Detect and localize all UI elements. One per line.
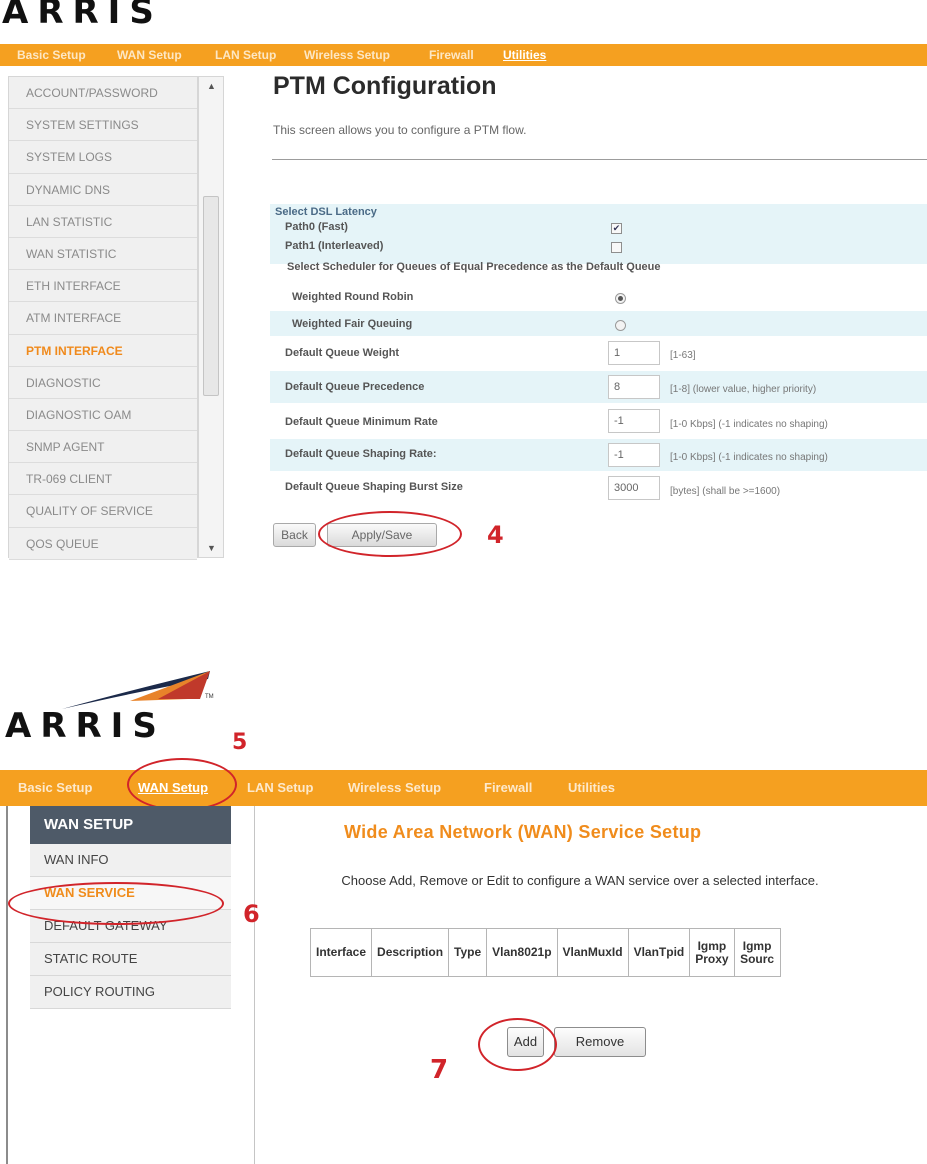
wrr-label: Weighted Round Robin <box>292 291 414 303</box>
path1-checkbox[interactable] <box>611 242 622 253</box>
shaping-rate-hint: [1-0 Kbps] (-1 indicates no shaping) <box>670 452 828 463</box>
sidebar-scrollbar[interactable]: ▲ ▼ <box>198 76 224 558</box>
col-vlan8021p: Vlan8021p <box>486 928 558 977</box>
col-type: Type <box>448 928 488 977</box>
wfq-radio[interactable] <box>615 320 626 331</box>
remove-button[interactable]: Remove <box>554 1027 646 1057</box>
page-description: Choose Add, Remove or Edit to configure … <box>341 873 819 888</box>
nav-utilities[interactable]: Utilities <box>503 48 546 62</box>
scroll-up-arrow-icon[interactable]: ▲ <box>207 81 216 91</box>
ptm-configuration-screenshot: ARRIS Basic Setup WAN Setup LAN Setup Wi… <box>0 0 927 570</box>
step-5-marker: 5 <box>232 730 248 755</box>
nav-wireless-setup[interactable]: Wireless Setup <box>348 780 441 795</box>
field-label-minimum-rate: Default Queue Minimum Rate <box>285 416 438 428</box>
default-queue-minimum-rate-input[interactable]: -1 <box>608 409 660 433</box>
default-queue-burst-size-input[interactable]: 3000 <box>608 476 660 500</box>
wan-service-setup-screenshot: TM ARRIS 5 Basic Setup WAN Setup LAN Set… <box>0 660 927 1164</box>
annotation-circle-wan-setup <box>127 758 237 811</box>
field-label-weight: Default Queue Weight <box>285 347 400 359</box>
scheduler-heading: Select Scheduler for Queues of Equal Pre… <box>287 261 661 273</box>
page-title: Wide Area Network (WAN) Service Setup <box>344 822 702 842</box>
col-interface: Interface <box>309 928 373 977</box>
sidebar-header: WAN SETUP <box>30 806 231 844</box>
default-queue-precedence-input[interactable]: 8 <box>608 375 660 399</box>
divider <box>272 159 927 160</box>
sidebar-item-static-route[interactable]: STATIC ROUTE <box>30 943 231 976</box>
col-igmp-proxy: Igmp Proxy <box>689 928 735 977</box>
default-queue-weight-input[interactable]: 1 <box>608 341 660 365</box>
top-nav-bar: Basic Setup WAN Setup LAN Setup Wireless… <box>0 44 927 66</box>
sidebar-item-eth-interface[interactable]: ETH INTERFACE <box>9 270 197 303</box>
field-label-shaping-rate: Default Queue Shaping Rate: <box>285 448 437 460</box>
sidebar-item-dynamic-dns[interactable]: DYNAMIC DNS <box>9 173 197 206</box>
sidebar-item-account-password[interactable]: ACCOUNT/PASSWORD <box>9 77 197 110</box>
path1-label: Path1 (Interleaved) <box>285 240 384 252</box>
wan-setup-sidebar: WAN INFO WAN SERVICE DEFAULT GATEWAY STA… <box>30 844 231 1009</box>
col-vlantpid: VlanTpid <box>627 928 691 977</box>
weight-hint: [1-63] <box>670 350 696 361</box>
trademark-mark: TM <box>205 694 214 700</box>
nav-wireless-setup[interactable]: Wireless Setup <box>304 48 390 62</box>
sidebar-item-quality-of-service[interactable]: QUALITY OF SERVICE <box>9 495 197 528</box>
nav-firewall[interactable]: Firewall <box>429 48 474 62</box>
sidebar-item-diagnostic-oam[interactable]: DIAGNOSTIC OAM <box>9 398 197 432</box>
arris-logo: ARRIS <box>5 706 166 746</box>
sidebar-item-atm-interface[interactable]: ATM INTERFACE <box>9 302 197 335</box>
nav-basic-setup[interactable]: Basic Setup <box>17 48 86 62</box>
nav-lan-setup[interactable]: LAN Setup <box>247 780 313 795</box>
sidebar-item-snmp-agent[interactable]: SNMP AGENT <box>9 431 197 464</box>
nav-wan-setup[interactable]: WAN Setup <box>117 48 182 62</box>
sidebar-item-policy-routing[interactable]: POLICY ROUTING <box>30 976 231 1009</box>
burst-size-hint: [bytes] (shall be >=1600) <box>670 486 781 497</box>
minimum-rate-hint: [1-0 Kbps] (-1 indicates no shaping) <box>670 419 828 430</box>
field-label-burst-size: Default Queue Shaping Burst Size <box>285 481 463 493</box>
sidebar-frame-border <box>254 806 255 1164</box>
arris-logo: ARRIS <box>2 0 163 32</box>
wrr-radio[interactable] <box>615 293 626 304</box>
col-igmp-source: Igmp Sourc <box>733 928 781 977</box>
latency-heading: Select DSL Latency <box>275 206 377 218</box>
page-description: This screen allows you to configure a PT… <box>273 123 527 137</box>
nav-firewall[interactable]: Firewall <box>484 780 532 795</box>
default-queue-shaping-rate-input[interactable]: -1 <box>608 443 660 467</box>
sidebar-item-system-settings[interactable]: SYSTEM SETTINGS <box>9 109 197 142</box>
annotation-circle-wan-service <box>8 882 224 925</box>
field-label-precedence: Default Queue Precedence <box>285 381 425 393</box>
sidebar-item-diagnostic[interactable]: DIAGNOSTIC <box>9 366 197 399</box>
sidebar-item-tr069-client[interactable]: TR-069 CLIENT <box>9 463 197 496</box>
sidebar-item-lan-statistic[interactable]: LAN STATISTIC <box>9 205 197 238</box>
annotation-circle-add <box>478 1018 557 1071</box>
page-title: PTM Configuration <box>273 72 497 100</box>
scroll-down-arrow-icon[interactable]: ▼ <box>207 543 216 553</box>
annotation-circle-apply <box>318 511 462 557</box>
precedence-hint: [1-8] (lower value, higher priority) <box>670 384 817 395</box>
sidebar-item-ptm-interface[interactable]: PTM INTERFACE <box>9 334 197 367</box>
nav-utilities[interactable]: Utilities <box>568 780 615 795</box>
col-description: Description <box>371 928 450 977</box>
path0-checkbox[interactable]: ✔ <box>611 223 622 234</box>
wan-service-table: Interface Description Type Vlan8021p Vla… <box>309 928 781 977</box>
wfq-label: Weighted Fair Queuing <box>292 318 413 330</box>
scrollbar-thumb[interactable] <box>203 196 219 396</box>
nav-basic-setup[interactable]: Basic Setup <box>18 780 92 795</box>
back-button[interactable]: Back <box>273 523 316 547</box>
sidebar-item-qos-queue[interactable]: QOS QUEUE <box>9 527 197 560</box>
sidebar-item-wan-statistic[interactable]: WAN STATISTIC <box>9 237 197 271</box>
utilities-sidebar: ACCOUNT/PASSWORD SYSTEM SETTINGS SYSTEM … <box>8 76 198 560</box>
sidebar-item-wan-info[interactable]: WAN INFO <box>30 844 231 877</box>
path0-label: Path0 (Fast) <box>285 221 348 233</box>
left-frame-border <box>6 806 8 1164</box>
col-vlanmuxid: VlanMuxId <box>556 928 629 977</box>
sidebar-item-system-logs[interactable]: SYSTEM LOGS <box>9 141 197 174</box>
table-header-row: Interface Description Type Vlan8021p Vla… <box>309 928 781 977</box>
nav-lan-setup[interactable]: LAN Setup <box>215 48 276 62</box>
step-7-marker: 7 <box>430 1055 449 1085</box>
step-6-marker: 6 <box>243 900 260 928</box>
step-4-marker: 4 <box>487 521 504 549</box>
